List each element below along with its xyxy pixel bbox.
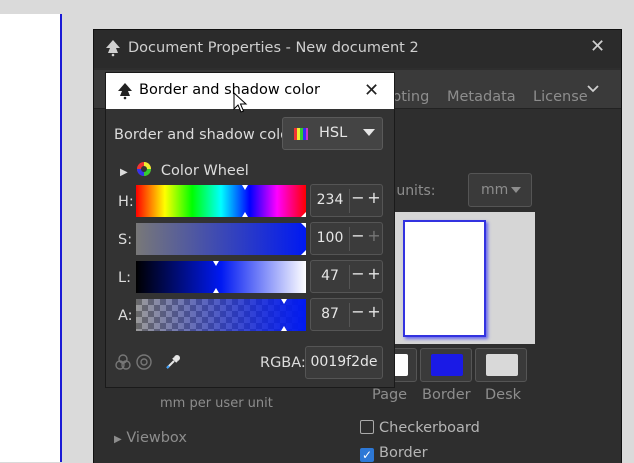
color-managed-icon	[115, 354, 131, 370]
border-checkbox[interactable]: ✓ Border	[360, 445, 428, 462]
close-icon[interactable]: ✕	[590, 36, 612, 58]
page-color-label: Page	[372, 387, 408, 403]
saturation-value[interactable]: 100	[311, 230, 349, 246]
divider	[349, 303, 350, 327]
border-color-swatch	[431, 354, 463, 376]
color-wheel-label: Color Wheel	[160, 163, 249, 179]
tab-display[interactable]: pting	[392, 89, 429, 105]
canvas-page	[0, 14, 62, 462]
scale-hint: mm per user unit	[160, 396, 273, 411]
decrement-icon[interactable]: −	[351, 302, 365, 321]
viewbox-expander[interactable]: ▶ Viewbox	[114, 430, 187, 446]
rgba-label: RGBA:	[260, 355, 306, 371]
dialog-titlebar: Border and shadow color ✕	[106, 73, 394, 109]
saturation-slider[interactable]	[136, 223, 306, 255]
close-icon[interactable]: ✕	[364, 80, 384, 101]
display-units-select[interactable]: mm	[468, 173, 532, 207]
border-label: Border	[379, 445, 428, 461]
border-color-label: Border	[422, 387, 471, 403]
divider	[349, 189, 350, 213]
saturation-spinbox[interactable]: 100 − +	[310, 222, 383, 255]
hue-label: H:	[118, 194, 134, 210]
lightness-label: L:	[118, 270, 131, 286]
color-wheel-icon	[137, 162, 152, 176]
desk-color-swatch	[486, 354, 518, 376]
lightness-slider[interactable]	[136, 261, 306, 293]
preview-page	[403, 220, 486, 337]
mouse-cursor-icon	[233, 92, 248, 113]
desk-color-label: Desk	[485, 387, 522, 403]
hue-slider[interactable]	[136, 185, 306, 217]
increment-icon[interactable]: +	[367, 188, 381, 207]
eyedropper-icon[interactable]	[164, 353, 182, 371]
out-of-gamut-icon	[136, 354, 152, 370]
checkbox-box	[360, 420, 374, 434]
desk-color-button[interactable]	[475, 348, 527, 382]
display-units-value: mm	[481, 182, 509, 198]
page-preview	[392, 212, 535, 344]
chevron-down-icon	[511, 187, 521, 193]
decrement-icon[interactable]: −	[351, 226, 365, 245]
alpha-value[interactable]: 87	[311, 306, 349, 322]
inkscape-icon	[118, 83, 132, 100]
alpha-slider[interactable]	[136, 299, 306, 331]
divider	[349, 227, 350, 251]
hue-spinbox[interactable]: 234 − +	[310, 184, 383, 217]
increment-icon: +	[367, 226, 381, 245]
viewbox-label: Viewbox	[126, 430, 187, 446]
increment-icon[interactable]: +	[367, 302, 381, 321]
color-mode-select[interactable]: HSL	[282, 117, 383, 150]
inkscape-icon	[106, 40, 120, 57]
tab-license[interactable]: License	[533, 89, 588, 105]
titlebar: Document Properties - New document 2 ✕	[94, 30, 621, 68]
checkerboard-label: Checkerboard	[379, 420, 480, 436]
decrement-icon[interactable]: −	[351, 264, 365, 283]
rgba-input[interactable]: 0019f2de	[305, 346, 383, 379]
decrement-icon[interactable]: −	[351, 188, 365, 207]
alpha-spinbox[interactable]: 87 − +	[310, 298, 383, 331]
alpha-label: A:	[118, 308, 133, 324]
hue-value[interactable]: 234	[311, 192, 349, 208]
increment-icon[interactable]: +	[367, 264, 381, 283]
checkerboard-checkbox[interactable]: Checkerboard	[360, 420, 480, 436]
divider	[349, 265, 350, 289]
lightness-spinbox[interactable]: 47 − +	[310, 260, 383, 293]
dialog-title: Border and shadow color	[139, 82, 320, 98]
chevron-down-icon	[363, 129, 375, 136]
tab-metadata[interactable]: Metadata	[447, 89, 516, 105]
color-mode-value: HSL	[319, 125, 348, 141]
lightness-value[interactable]: 47	[311, 268, 349, 284]
chevron-right-icon: ▶	[114, 434, 122, 445]
hsl-icon	[294, 128, 308, 140]
saturation-label: S:	[118, 232, 133, 248]
color-label: Border and shadow color	[114, 127, 295, 143]
border-color-button[interactable]	[420, 348, 472, 382]
border-shadow-color-dialog: Border and shadow color ✕ Border and sha…	[105, 72, 395, 388]
check-icon: ✓	[360, 448, 374, 462]
chevron-right-icon: ▶	[120, 167, 128, 178]
color-wheel-expander[interactable]: ▶ Color Wheel	[120, 161, 249, 179]
window-title: Document Properties - New document 2	[128, 40, 419, 56]
